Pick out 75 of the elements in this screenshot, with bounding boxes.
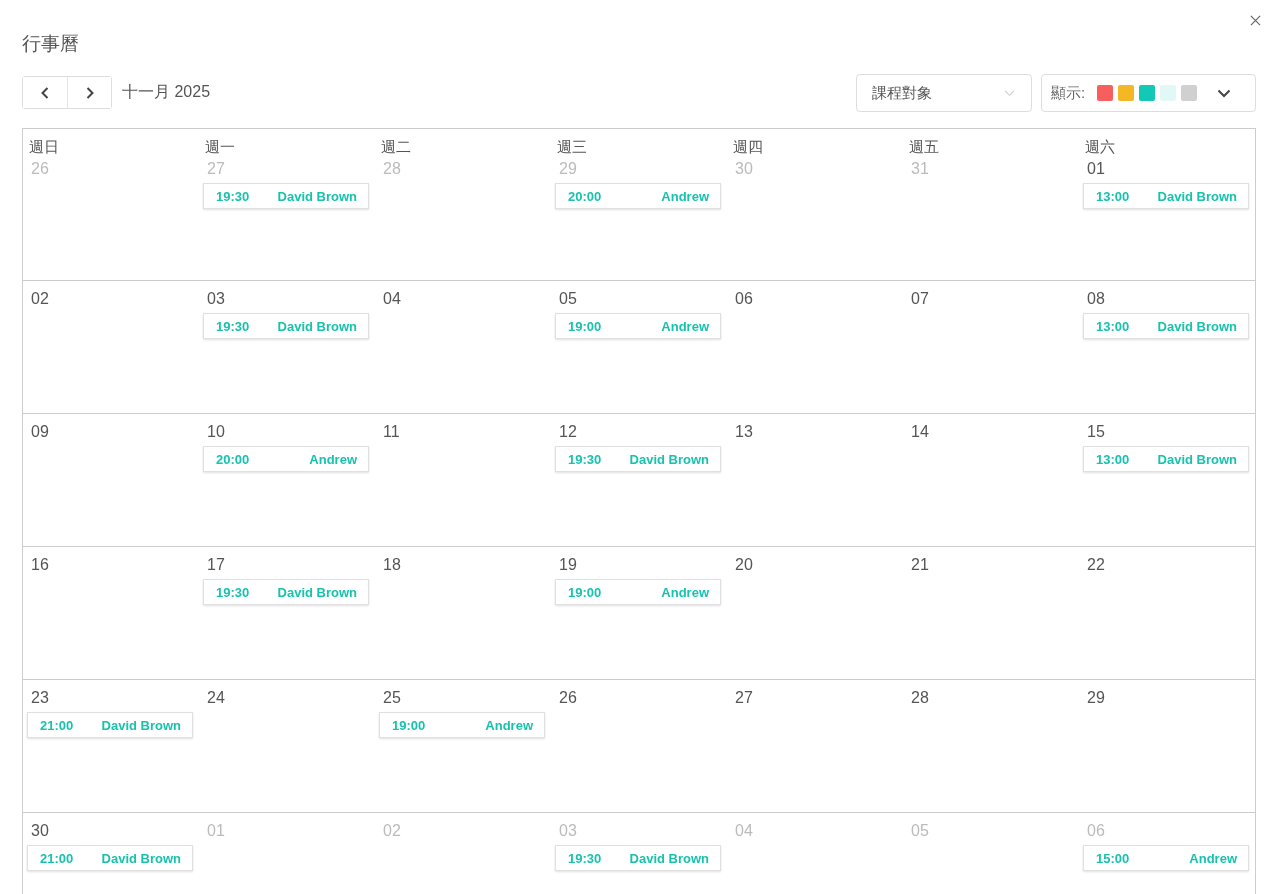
date-number: 11 [382,422,400,442]
date-number: 15 [1086,422,1105,442]
date-number: 14 [910,422,929,442]
date-number: 29 [558,159,577,179]
date-number: 26 [30,159,49,179]
weekday-label: 週一 [204,138,236,156]
event-chip[interactable]: 20:00 Andrew [555,183,721,209]
caret-icon [1004,89,1015,97]
date-number: 18 [382,555,401,575]
event-chip[interactable]: 20:00 Andrew [203,446,369,472]
date-number: 28 [910,688,929,708]
display-filter-select[interactable]: 顯示: [1041,74,1256,112]
date-number: 30 [734,159,753,179]
date-number: 10 [206,422,225,442]
date-number: 04 [734,821,753,841]
event-chip[interactable]: 21:00 David Brown [27,712,193,738]
date-number: 03 [206,289,225,309]
weekday-label: 週二 [380,138,412,156]
event-chip[interactable]: 19:00 Andrew [555,313,721,339]
date-number: 26 [558,688,577,708]
event-chip[interactable]: 19:00 Andrew [555,579,721,605]
date-number: 01 [206,821,225,841]
date-number: 28 [382,159,401,179]
date-number: 17 [206,555,225,575]
weekday-label: 週三 [556,138,588,156]
date-number: 03 [558,821,577,841]
date-number: 06 [1086,821,1105,841]
chevron-right-icon [84,85,95,100]
weekday-label: 週六 [1084,138,1116,156]
date-number: 05 [558,289,577,309]
date-number: 08 [1086,289,1105,309]
event-chip[interactable]: 19:30 David Brown [555,845,721,871]
event-chip[interactable]: 13:00 David Brown [1083,183,1249,209]
date-number: 16 [30,555,49,575]
date-number: 06 [734,289,753,309]
event-chip[interactable]: 15:00 Andrew [1083,845,1249,871]
date-number: 27 [206,159,225,179]
dialog-title: 行事曆 [22,32,79,56]
close-icon[interactable] [1250,15,1261,26]
event-chip[interactable]: 19:30 David Brown [203,313,369,339]
date-number: 29 [1086,688,1105,708]
event-chip[interactable]: 19:30 David Brown [555,446,721,472]
date-number: 05 [910,821,929,841]
date-number: 20 [734,555,753,575]
date-number: 07 [910,289,929,309]
next-month-button[interactable] [67,77,111,108]
event-chip[interactable]: 19:30 David Brown [203,579,369,605]
weekday-label: 週四 [732,138,764,156]
date-number: 21 [910,555,929,575]
event-chip[interactable]: 19:30 David Brown [203,183,369,209]
date-number: 19 [558,555,577,575]
date-number: 24 [206,688,225,708]
month-label: 十一月 2025 [122,82,211,102]
date-number: 27 [734,688,753,708]
event-chip[interactable]: 13:00 David Brown [1083,313,1249,339]
date-number: 04 [382,289,401,309]
event-chip[interactable]: 13:00 David Brown [1083,446,1249,472]
date-number: 25 [382,688,401,708]
date-number: 23 [30,688,49,708]
date-number: 01 [1086,159,1105,179]
date-number: 31 [910,159,929,179]
date-number: 22 [1086,555,1105,575]
weekday-label: 週日 [28,138,60,156]
event-chip[interactable]: 19:00 Andrew [379,712,545,738]
chevron-left-icon [40,85,50,100]
date-number: 12 [558,422,577,442]
date-number: 13 [734,422,753,442]
weekday-label: 週五 [908,138,940,156]
course-target-select[interactable]: 課程對象 [856,74,1032,112]
event-chip[interactable]: 21:00 David Brown [27,845,193,871]
date-number: 09 [30,422,49,442]
date-number: 30 [30,821,49,841]
chevron-down-icon [1217,88,1231,98]
date-number: 02 [382,821,401,841]
date-number: 02 [30,289,49,309]
